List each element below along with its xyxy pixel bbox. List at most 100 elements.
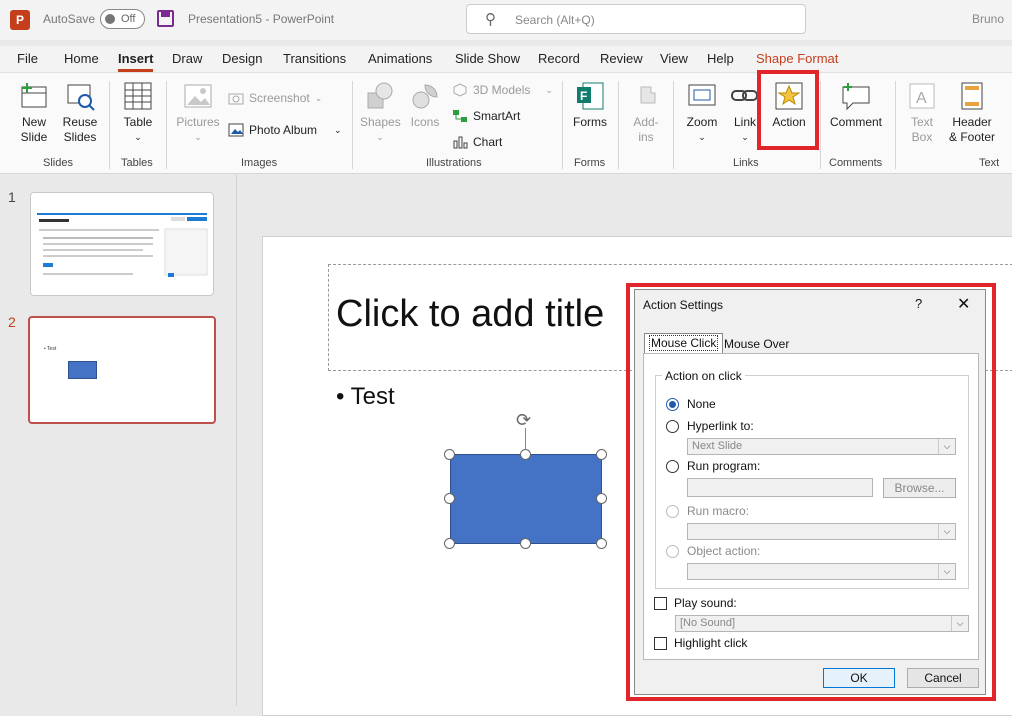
icons-label: Icons <box>410 115 440 129</box>
ribbon-divider <box>618 81 619 169</box>
radio-hyperlink[interactable]: Hyperlink to: <box>666 419 754 433</box>
thumbnail-shape <box>68 361 97 379</box>
close-icon[interactable]: ✕ <box>957 294 970 314</box>
save-icon[interactable] <box>157 10 174 27</box>
run-macro-select[interactable]: ⌵ <box>687 523 956 540</box>
chevron-down-icon: ⌵ <box>951 616 968 631</box>
screenshot-icon <box>228 91 244 105</box>
tab-help[interactable]: Help <box>707 51 734 66</box>
thumbnail-content-image <box>37 213 208 277</box>
tab-draw[interactable]: Draw <box>172 51 202 66</box>
screenshot-button[interactable]: Screenshot ⌄ <box>228 91 322 105</box>
link-icon <box>730 81 760 111</box>
search-input[interactable]: ⚲ Search (Alt+Q) <box>466 4 806 34</box>
radio-none[interactable]: None <box>666 397 716 411</box>
tab-transitions[interactable]: Transitions <box>283 51 346 66</box>
slide-bullet-text[interactable]: • Test <box>336 383 395 411</box>
hyperlink-select[interactable]: Next Slide ⌵ <box>687 438 956 455</box>
selected-rectangle-shape[interactable] <box>450 454 602 544</box>
radio-run-program-label: Run program: <box>687 459 761 473</box>
new-slide-icon <box>19 81 49 111</box>
ribbon-divider <box>895 81 896 169</box>
chevron-down-icon: ⌄ <box>376 132 384 142</box>
table-button[interactable]: Table ⌄ <box>118 81 158 145</box>
comment-button[interactable]: Comment <box>826 81 886 130</box>
object-action-select[interactable]: ⌵ <box>687 563 956 580</box>
pictures-button[interactable]: Pictures ⌄ <box>176 81 220 145</box>
resize-handle[interactable] <box>444 493 455 504</box>
play-sound-checkbox[interactable]: Play sound: <box>654 596 737 610</box>
chart-icon <box>452 135 468 149</box>
chart-label: Chart <box>473 135 503 149</box>
group-label-links: Links <box>733 157 759 169</box>
resize-handle[interactable] <box>596 538 607 549</box>
3d-models-label: 3D Models <box>473 83 531 97</box>
sound-select[interactable]: [No Sound] ⌵ <box>675 615 969 632</box>
radio-run-program[interactable]: Run program: <box>666 459 760 473</box>
run-program-input[interactable] <box>687 478 873 497</box>
tab-design[interactable]: Design <box>222 51 262 66</box>
3d-models-button[interactable]: 3D Models ⌄ <box>452 83 553 97</box>
resize-handle[interactable] <box>596 449 607 460</box>
radio-hyperlink-label: Hyperlink to: <box>687 419 754 433</box>
text-box-button[interactable]: A Text Box <box>902 81 942 145</box>
autosave-toggle[interactable]: Off <box>100 9 145 29</box>
ribbon-divider <box>352 81 353 169</box>
comment-label: Comment <box>829 115 882 129</box>
resize-handle[interactable] <box>520 449 531 460</box>
resize-handle[interactable] <box>444 538 455 549</box>
icons-button[interactable]: Icons <box>406 81 444 130</box>
resize-handle[interactable] <box>520 538 531 549</box>
chevron-down-icon: ⌵ <box>938 439 955 454</box>
tab-review[interactable]: Review <box>600 51 643 66</box>
shapes-icon <box>365 81 395 111</box>
reuse-slides-button[interactable]: Reuse Slides <box>60 81 100 145</box>
tab-insert[interactable]: Insert <box>118 51 154 72</box>
tab-shape-format[interactable]: Shape Format <box>756 51 838 66</box>
tab-mouse-click[interactable]: Mouse Click <box>644 333 724 353</box>
tab-view[interactable]: View <box>660 51 688 66</box>
help-icon[interactable]: ? <box>915 296 922 311</box>
text-box-label: Text Box <box>910 115 933 144</box>
highlight-click-checkbox[interactable]: Highlight click <box>654 636 747 650</box>
browse-button[interactable]: Browse... <box>883 478 956 498</box>
search-icon: ⚲ <box>485 11 496 28</box>
thumbnail-number: 1 <box>8 189 16 205</box>
resize-handle[interactable] <box>596 493 607 504</box>
add-ins-icon <box>631 81 661 111</box>
tab-animations[interactable]: Animations <box>368 51 432 66</box>
tab-mouse-click-label: Mouse Click <box>649 335 719 351</box>
highlight-click-label: Highlight click <box>674 636 748 650</box>
photo-album-button[interactable]: Photo Album ⌄ <box>228 123 342 137</box>
user-name[interactable]: Bruno <box>972 12 1004 26</box>
tab-record[interactable]: Record <box>538 51 580 66</box>
tab-panel: Action on click None Hyperlink to: Next … <box>643 353 979 660</box>
forms-button[interactable]: F Forms <box>570 81 610 130</box>
zoom-button[interactable]: Zoom ⌄ <box>682 81 722 145</box>
radio-button-icon <box>666 459 679 473</box>
chart-button[interactable]: Chart <box>452 135 502 149</box>
ribbon: New Slide Reuse Slides Slides Table ⌄ Ta… <box>0 70 1012 174</box>
cancel-button[interactable]: Cancel <box>907 668 979 688</box>
tab-slide-show[interactable]: Slide Show <box>455 51 520 66</box>
new-slide-button[interactable]: New Slide <box>14 81 54 145</box>
tab-home[interactable]: Home <box>64 51 99 66</box>
chevron-down-icon: ⌄ <box>698 132 706 142</box>
rotate-handle-icon[interactable]: ⟳ <box>516 410 536 430</box>
tab-file[interactable]: File <box>17 51 38 66</box>
smartart-button[interactable]: SmartArt <box>452 109 520 123</box>
resize-handle[interactable] <box>444 449 455 460</box>
icons-icon <box>410 81 440 111</box>
add-ins-button[interactable]: Add- ins <box>626 81 666 145</box>
radio-button-icon <box>666 397 679 411</box>
radio-object-action[interactable]: Object action: <box>666 544 760 558</box>
ok-button[interactable]: OK <box>823 668 895 688</box>
slide-thumbnail-2[interactable]: • Test <box>28 316 216 424</box>
shapes-button[interactable]: Shapes ⌄ <box>360 81 401 145</box>
tab-mouse-over[interactable]: Mouse Over <box>720 335 793 353</box>
header-footer-button[interactable]: Header & Footer <box>946 81 998 145</box>
radio-run-macro[interactable]: Run macro: <box>666 504 749 518</box>
powerpoint-logo-icon: P <box>10 10 30 30</box>
ribbon-divider <box>166 81 167 169</box>
slide-thumbnail-1[interactable] <box>30 192 214 296</box>
